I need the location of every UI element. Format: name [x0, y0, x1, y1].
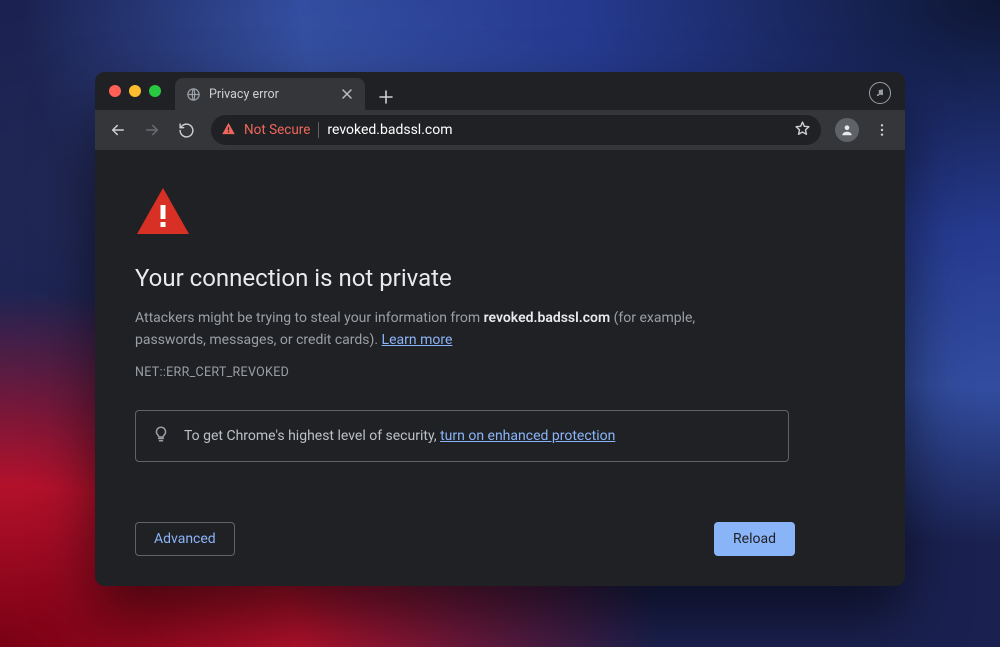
advanced-button[interactable]: Advanced	[135, 522, 235, 556]
error-code: NET::ERR_CERT_REVOKED	[135, 365, 865, 380]
body-prefix: Attackers might be trying to steal your …	[135, 310, 484, 326]
window-close-button[interactable]	[109, 85, 121, 97]
security-status-label: Not Secure	[244, 122, 310, 138]
close-tab-button[interactable]	[339, 86, 355, 102]
tab-strip: Privacy error	[95, 72, 905, 110]
page-title: Your connection is not private	[135, 264, 865, 292]
browser-tab[interactable]: Privacy error	[175, 78, 365, 110]
omnibox-divider	[318, 122, 319, 138]
reload-button[interactable]	[171, 115, 201, 145]
profile-avatar-button[interactable]	[835, 118, 859, 142]
reload-page-button[interactable]: Reload	[714, 522, 795, 556]
media-control-icon[interactable]	[869, 82, 891, 104]
tab-title: Privacy error	[209, 87, 331, 102]
address-bar[interactable]: Not Secure revoked.badssl.com	[211, 115, 821, 145]
lightbulb-icon	[152, 425, 170, 447]
browser-window: Privacy error	[95, 72, 905, 586]
globe-icon	[185, 86, 201, 102]
enhanced-protection-link[interactable]: turn on enhanced protection	[440, 428, 615, 444]
learn-more-link[interactable]: Learn more	[382, 332, 453, 348]
kebab-menu-button[interactable]	[867, 115, 897, 145]
tip-text-prefix: To get Chrome's highest level of securit…	[184, 428, 440, 444]
bookmark-star-icon[interactable]	[794, 120, 811, 141]
browser-toolbar: Not Secure revoked.badssl.com	[95, 110, 905, 150]
window-minimize-button[interactable]	[129, 85, 141, 97]
warning-icon	[221, 121, 236, 140]
large-warning-icon	[135, 186, 865, 240]
forward-button[interactable]	[137, 115, 167, 145]
button-row: Advanced Reload	[135, 522, 795, 556]
warning-body-text: Attackers might be trying to steal your …	[135, 308, 755, 351]
back-button[interactable]	[103, 115, 133, 145]
window-zoom-button[interactable]	[149, 85, 161, 97]
page-content: Your connection is not private Attackers…	[95, 150, 905, 586]
body-hostname: revoked.badssl.com	[484, 310, 611, 326]
new-tab-button[interactable]	[373, 84, 399, 110]
window-controls	[105, 72, 171, 110]
enhanced-protection-tip: To get Chrome's highest level of securit…	[135, 410, 789, 462]
url-text: revoked.badssl.com	[327, 122, 452, 138]
